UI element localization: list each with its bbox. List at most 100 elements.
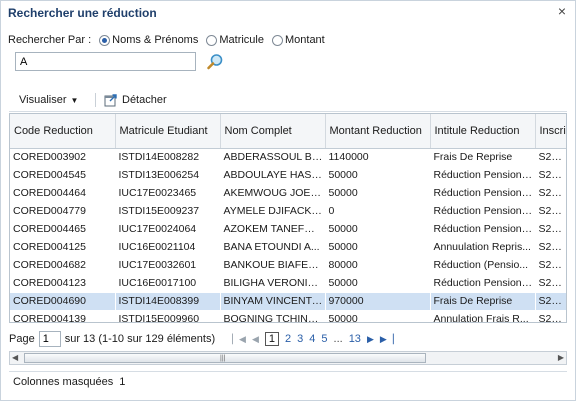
cell-code: CORED004125 [10,238,115,257]
page-link-5[interactable]: 5 [321,333,327,345]
page-link-1[interactable]: 1 [264,332,280,346]
cell-nom: BANA ETOUNDI A... [220,238,325,257]
column-header-inscription[interactable]: Inscrip [535,114,566,149]
scroll-right-icon[interactable]: ▶ [558,353,564,362]
table-header-row: Code Reduction Matricule Etudiant Nom Co… [10,114,566,149]
column-header-intitule[interactable]: Intitule Reduction [430,114,536,149]
next-page-icon[interactable]: ▶ [367,334,374,345]
cell-montant: 50000 [325,274,430,293]
radio-names[interactable] [99,34,111,46]
detach-label: Détacher [122,94,167,106]
radio-matricule-label[interactable]: Matricule [219,34,264,46]
detach-icon [104,94,117,107]
cell-nom: ABDERASSOUL BR... [220,148,325,167]
status-bar: Colonnes masquées 1 [9,371,567,391]
cell-nom: BANKOUE BIAFEU ... [220,256,325,275]
scroll-left-icon[interactable]: ◀ [12,353,18,362]
cell-code: CORED003902 [10,148,115,167]
cell-intitule: Frais De Reprise [430,148,535,167]
cell-montant: 50000 [325,310,430,322]
cell-montant: 50000 [325,220,430,239]
table-row[interactable]: CORED004464 IUC17E0023465 AKEMWOUG JOEL ..… [10,184,566,203]
search-input[interactable] [15,52,196,71]
search-reduction-dialog: Rechercher une réduction × Rechercher Pa… [0,0,576,401]
cell-inscription: S2017 [535,202,566,221]
cell-intitule: Réduction Pension ... [430,274,535,293]
cell-intitule: Réduction Pension ... [430,166,535,185]
cell-matricule: ISTDI15E009960 [115,310,220,322]
column-header-nom[interactable]: Nom Complet [220,114,326,149]
cell-intitule: Réduction Pension ... [430,220,535,239]
radio-montant-label[interactable]: Montant [285,34,325,46]
toolbar-divider [95,93,96,107]
column-header-matricule[interactable]: Matricule Etudiant [115,114,221,149]
cell-montant: 50000 [325,166,430,185]
first-page-icon[interactable]: ▏◀ [232,334,246,345]
table-row[interactable]: CORED004125 IUC16E0021104 BANA ETOUNDI A..… [10,238,566,257]
cell-nom: AKEMWOUG JOEL ... [220,184,325,203]
cell-montant: 50000 [325,238,430,257]
radio-montant[interactable] [271,34,283,46]
column-header-montant[interactable]: Montant Reduction [325,114,431,149]
page-label: Page [9,333,35,345]
table-row[interactable]: CORED004139 ISTDI15E009960 BOGNING TCHIND.… [10,310,566,322]
cell-intitule: Réduction Pension ... [430,184,535,203]
cell-intitule: Annuulation Repris... [430,238,535,257]
close-icon[interactable]: × [558,4,566,18]
cell-code: CORED004690 [10,292,115,311]
page-number-input[interactable] [38,331,61,347]
cell-code: CORED004682 [10,256,115,275]
cell-matricule: ISTDI13E006254 [115,166,220,185]
scrollbar-thumb[interactable]: ||| [24,353,426,363]
cell-inscription: S2017 [535,292,566,311]
last-page-icon[interactable]: ▶▕ [380,334,394,345]
grip-icon: ||| [220,355,226,362]
hidden-columns-count[interactable]: 1 [119,376,125,388]
table-row[interactable]: CORED004123 IUC16E0017100 BILIGHA VERONIK.… [10,274,566,293]
horizontal-scrollbar[interactable]: ◀ ||| ▶ [9,351,567,365]
cell-inscription: S2017 [535,274,566,293]
cell-code: CORED004465 [10,220,115,239]
cell-code: CORED004123 [10,274,115,293]
cell-montant: 50000 [325,184,430,203]
cell-matricule: ISTDI15E009237 [115,202,220,221]
search-icon[interactable] [206,53,224,71]
table-row[interactable]: CORED004465 IUC17E0024064 AZOKEM TANEFOU..… [10,220,566,239]
cell-inscription: S2017 [535,184,566,203]
page-link-2[interactable]: 2 [285,333,291,345]
cell-matricule: ISTDI14E008282 [115,148,220,167]
cell-inscription: S2017 [535,220,566,239]
cell-code: CORED004545 [10,166,115,185]
table-row[interactable]: CORED004682 IUC17E0032601 BANKOUE BIAFEU .… [10,256,566,275]
previous-page-icon[interactable]: ◀ [252,334,259,345]
table-row[interactable]: CORED004690 ISTDI14E008399 BINYAM VINCENT … [10,292,566,311]
detach-button[interactable]: Détacher [104,93,167,107]
cell-code: CORED004139 [10,310,115,322]
table-row[interactable]: CORED003902 ISTDI14E008282 ABDERASSOUL BR.… [10,148,566,167]
cell-intitule: Annulation Frais R... [430,310,535,322]
radio-names-label[interactable]: Noms & Prénoms [112,34,198,46]
cell-montant: 970000 [325,292,430,311]
view-menu-button[interactable]: Visualiser ▼ [19,94,78,106]
grid-toolbar: Visualiser ▼ Détacher [9,90,567,112]
table-row[interactable]: CORED004545 ISTDI13E006254 ABDOULAYE HASS.… [10,166,566,185]
cell-montant: 0 [325,202,430,221]
chevron-down-icon: ▼ [70,96,79,105]
pagination-bar: Page sur 13 (1-10 sur 129 éléments) ▏◀ ◀… [9,328,567,350]
cell-nom: ABDOULAYE HASS... [220,166,325,185]
dialog-titlebar: Rechercher une réduction × [1,1,575,25]
cell-matricule: IUC17E0024064 [115,220,220,239]
dialog-title: Rechercher une réduction [8,6,157,20]
page-link-13[interactable]: 13 [349,333,361,345]
cell-inscription: S2017 [535,148,566,167]
table-row[interactable]: CORED004779 ISTDI15E009237 AYMELE DJIFACK … [10,202,566,221]
search-by-label: Rechercher Par : [8,34,92,46]
radio-matricule[interactable] [206,34,218,46]
column-header-code[interactable]: Code Reduction [10,114,116,149]
cell-matricule: IUC16E0021104 [115,238,220,257]
cell-nom: AZOKEM TANEFOU... [220,220,325,239]
cell-inscription: S2017 [535,256,566,275]
page-link-4[interactable]: 4 [309,333,315,345]
cell-matricule: IUC17E0023465 [115,184,220,203]
page-link-3[interactable]: 3 [297,333,303,345]
